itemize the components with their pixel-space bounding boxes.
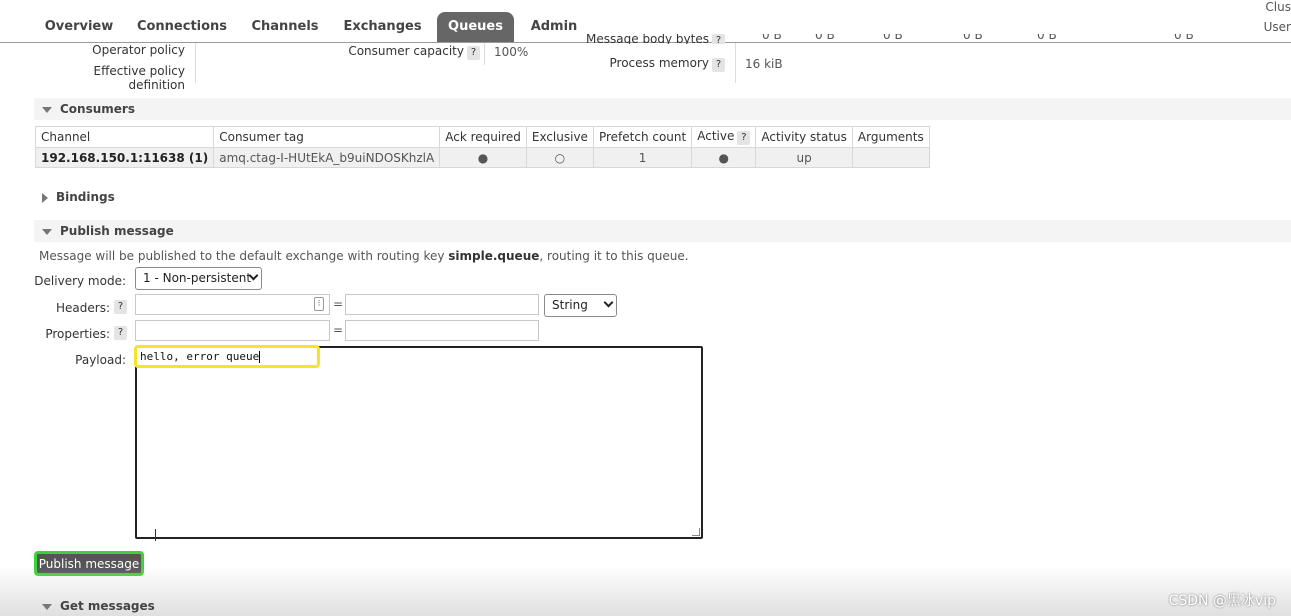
message-body-bytes-value: 0 B [815, 34, 835, 42]
column-header: Prefetch count [592, 126, 693, 148]
consumer-capacity-label: Consumer capacity? [330, 44, 480, 60]
column-header: Active? [691, 126, 757, 148]
divider [195, 43, 196, 83]
consumer-tag: amq.ctag-I-HUtEkA_b9uiNDOSKhzlA [213, 147, 441, 168]
ack-required-indicator: ● [439, 147, 527, 168]
publish-note-prefix: Message will be published to the default… [39, 249, 449, 263]
column-header: Arguments [851, 126, 930, 148]
collapse-arrow-icon [42, 603, 52, 610]
consumers-table: Channel Consumer tag Ack required Exclus… [34, 126, 930, 168]
divider [484, 43, 485, 65]
process-memory-value: 16 kiB [745, 57, 783, 71]
process-memory-label: Process memory? [560, 56, 725, 72]
payload-highlight [134, 345, 320, 368]
publish-note: Message will be published to the default… [39, 249, 689, 263]
divider [735, 43, 736, 83]
consumers-title: Consumers [60, 102, 135, 116]
tab-queues[interactable]: Queues [437, 12, 514, 42]
watermark: CSDN @黑冰vip [1168, 593, 1276, 609]
collapse-arrow-icon [42, 228, 52, 235]
header-key-input[interactable]: ⁝ [135, 294, 330, 315]
headers-label: Headers: [56, 301, 110, 315]
message-body-bytes-value: 0 B [1174, 34, 1194, 42]
property-key-input[interactable] [135, 320, 330, 341]
consumers-section-header[interactable]: Consumers [34, 98, 1291, 120]
delivery-mode-label: Delivery mode: [34, 274, 126, 288]
help-icon[interactable]: ? [114, 326, 127, 340]
help-icon[interactable]: ? [737, 131, 751, 145]
message-body-bytes-value: 0 B [1037, 34, 1057, 42]
bindings-title: Bindings [56, 190, 115, 204]
process-memory-text: Process memory [609, 56, 709, 70]
activity-status: up [755, 147, 853, 168]
properties-label: Properties: [45, 327, 110, 341]
header-value-input[interactable] [345, 294, 539, 315]
collapse-arrow-icon [42, 106, 52, 113]
delivery-mode-select[interactable]: 1 - Non-persistent [135, 267, 262, 290]
user-label: User [1263, 20, 1291, 34]
active-indicator: ● [691, 147, 757, 168]
channel-link[interactable]: 192.168.150.1:11638 (1) [34, 147, 215, 168]
cluster-label: Clus [1265, 0, 1291, 14]
active-column-label: Active [697, 129, 735, 143]
publish-section-header[interactable]: Publish message [34, 220, 1291, 242]
list-icon: ⁝ [314, 297, 324, 311]
header-type-select[interactable]: String [544, 294, 617, 317]
resize-handle-icon[interactable] [692, 528, 700, 536]
column-header: Exclusive [525, 126, 594, 148]
header-type-value: String [552, 298, 588, 312]
effective-policy-label: Effective policy definition [93, 64, 186, 92]
consumer-capacity-value: 100% [494, 45, 529, 59]
message-body-bytes-label: Message body bytes? [560, 34, 725, 44]
message-body-bytes-value: 0 B [963, 34, 983, 42]
get-messages-title: Get messages [60, 599, 155, 613]
property-value-input[interactable] [345, 320, 539, 341]
exclusive-indicator: ○ [525, 147, 594, 168]
column-header: Consumer tag [213, 126, 441, 148]
prefetch-count: 1 [592, 147, 693, 168]
delivery-mode-value: 1 - Non-persistent [143, 271, 252, 285]
table-row: 192.168.150.1:11638 (1) amq.ctag-I-HUtEk… [34, 147, 930, 168]
routing-key: simple.queue [448, 249, 540, 263]
expand-arrow-icon [42, 192, 48, 203]
help-icon[interactable]: ? [712, 34, 725, 44]
table-header-row: Channel Consumer tag Ack required Exclus… [34, 126, 930, 148]
column-header: Activity status [755, 126, 853, 148]
message-body-bytes-value: 0 B [762, 34, 782, 42]
help-icon[interactable]: ? [467, 46, 480, 60]
message-body-bytes-text: Message body bytes [586, 34, 709, 44]
payload-textarea[interactable]: hello, error queue [135, 346, 703, 539]
consumer-capacity-text: Consumer capacity [348, 44, 464, 58]
publish-title: Publish message [60, 224, 174, 238]
text-cursor-icon [155, 529, 161, 541]
help-icon[interactable]: ? [114, 300, 127, 314]
help-icon[interactable]: ? [712, 58, 725, 72]
message-body-bytes-value: 0 B [883, 34, 903, 42]
chevron-down-icon [603, 297, 614, 308]
get-messages-section-header[interactable]: Get messages [34, 595, 155, 616]
operator-policy-label: Operator policy [92, 43, 185, 57]
equals-sign: = [333, 323, 344, 337]
column-header: Ack required [439, 126, 527, 148]
equals-sign: = [333, 297, 344, 311]
tab-overview[interactable]: Overview [38, 12, 120, 42]
tab-connections[interactable]: Connections [132, 12, 232, 42]
tab-exchanges[interactable]: Exchanges [336, 12, 429, 42]
arguments-cell [851, 147, 930, 168]
bindings-section-header[interactable]: Bindings [34, 186, 115, 208]
column-header: Channel [34, 126, 215, 148]
publish-note-suffix: , routing it to this queue. [539, 249, 689, 263]
tab-channels[interactable]: Channels [245, 12, 325, 42]
payload-label: Payload: [75, 353, 126, 367]
bottom-fade [0, 566, 1291, 616]
